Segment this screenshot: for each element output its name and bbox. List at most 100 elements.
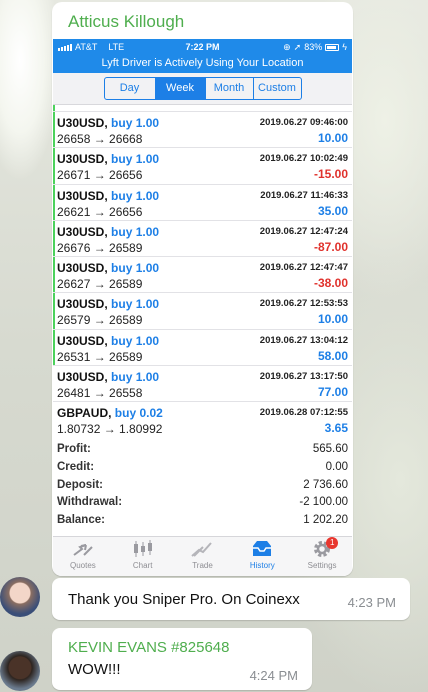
summary-row: Profit: 565.60 <box>53 441 352 459</box>
trade-time: 2019.06.27 12:47:24 <box>259 225 348 237</box>
tab-day[interactable]: Day <box>105 78 155 99</box>
history-inbox-icon <box>232 537 292 561</box>
nav-chart[interactable]: Chart <box>113 537 173 576</box>
table-row[interactable]: U30USD, buy 1.00 26531 → 26589 2019.06.27 … <box>53 329 352 367</box>
message-bubble[interactable]: KEVIN EVANS #825648 WOW!!! 4:24 PM <box>52 628 312 690</box>
nav-label: History <box>249 561 275 570</box>
table-row[interactable]: U30USD, buy 1.00 26621 → 26656 2019.06.27 … <box>53 184 352 221</box>
table-row[interactable]: U30USD, buy 1.00 26579 → 26589 2019.06.27 … <box>53 293 352 330</box>
account-summary: Profit: 565.60 Credit: 0.00 Deposit: 2 736.60… <box>53 441 352 530</box>
trade-direction: buy 1.00 <box>111 224 160 239</box>
trade-symbol-line: U30USD, buy 1.00 <box>57 370 159 384</box>
trade-symbol-line: U30USD, buy 1.00 <box>57 297 159 311</box>
trade-time: 2019.06.28 07:12:55 <box>259 407 348 419</box>
trade-symbol-line: GBPAUD, buy 0.02 <box>57 406 163 420</box>
trade-direction: buy 1.00 <box>111 188 160 203</box>
message-time: 4:24 PM <box>249 668 298 683</box>
trade-prices: 26671 → 26656 <box>57 168 143 183</box>
nav-label: Settings <box>307 561 337 570</box>
trade-time: 2019.06.27 13:04:12 <box>259 334 348 346</box>
trade-symbol-line: U30USD, buy 1.00 <box>57 261 159 275</box>
nav-settings[interactable]: 1 Settings <box>292 537 352 576</box>
location-banner: Lyft Driver is Actively Using Your Locat… <box>53 55 352 73</box>
trade-time: 2019.06.27 13:17:50 <box>259 371 348 383</box>
ios-status-bar: AT&T LTE 7:22 PM ⊕ ➚ 83% ϟ <box>53 39 352 55</box>
nav-label: Quotes <box>70 561 96 570</box>
trade-direction: buy 1.00 <box>111 333 160 348</box>
nav-quotes[interactable]: Quotes <box>53 537 113 576</box>
status-bar <box>53 329 55 366</box>
period-segmented-control: Day Week Month Custom <box>103 77 302 100</box>
trade-time: 2019.06.27 12:53:53 <box>259 298 348 310</box>
trade-time: 2019.06.27 09:46:00 <box>259 117 348 128</box>
trade-profit: -15.00 <box>313 167 348 182</box>
rotation-lock-icon: ⊕ <box>283 41 291 52</box>
trade-direction: buy 1.00 <box>111 297 160 312</box>
summary-value: 0.00 <box>325 460 348 473</box>
trade-profit: 3.65 <box>324 421 348 436</box>
status-bar <box>53 220 55 257</box>
period-tabbar: Day Week Month Custom <box>53 73 352 105</box>
summary-value: 1 202.20 <box>303 514 348 527</box>
tab-week[interactable]: Week <box>154 78 205 99</box>
table-row[interactable]: GBPAUD, buy 0.02 1.80732 → 1.80992 2019.06… <box>53 402 352 437</box>
gear-icon <box>292 537 352 561</box>
summary-label: Deposit: <box>57 478 103 491</box>
nav-history[interactable]: History <box>232 537 292 576</box>
summary-value: 565.60 <box>312 443 348 455</box>
table-row[interactable]: U30USD, buy 1.00 26627 → 26589 2019.06.27 … <box>53 257 352 294</box>
trade-symbol-line: U30USD, buy 1.00 <box>57 116 159 130</box>
summary-row: Deposit: 2 736.60 <box>53 477 352 495</box>
trade-prices: 1.80732 → 1.80992 <box>57 422 163 437</box>
trade-profit: -38.00 <box>313 276 348 291</box>
message-time: 4:23 PM <box>347 595 396 610</box>
status-bar <box>53 148 55 184</box>
table-row[interactable]: U30USD, buy 1.00 26671 → 26656 2019.06.27 … <box>53 148 352 185</box>
summary-value: -2 100.00 <box>299 496 348 509</box>
trade-symbol: U30USD, <box>57 188 108 203</box>
screenshot-image: AT&T LTE 7:22 PM ⊕ ➚ 83% ϟ Lyft Driver i… <box>53 39 352 576</box>
summary-label: Profit: <box>57 443 91 455</box>
trade-icon <box>173 537 233 561</box>
trade-symbol: U30USD, <box>57 224 108 239</box>
trade-symbol: U30USD, <box>57 333 108 348</box>
summary-row: Balance: 1 202.20 <box>53 512 352 530</box>
trade-symbol-line: U30USD, buy 1.00 <box>57 334 159 348</box>
location-arrow-icon: ➚ <box>293 41 302 52</box>
trade-history-list[interactable]: U30USD, buy 1.00 26658 → 26668 2019.06.27 … <box>53 105 352 437</box>
trade-direction: buy 1.00 <box>111 116 160 130</box>
trade-direction: buy 0.02 <box>114 406 163 421</box>
trade-direction: buy 1.00 <box>111 152 160 167</box>
summary-label: Withdrawal: <box>57 496 123 509</box>
avatar[interactable] <box>0 651 40 691</box>
message-bubble[interactable]: Thank you Sniper Pro. On Coinexx 4:23 PM <box>52 578 410 620</box>
table-row[interactable]: U30USD, buy 1.00 26676 → 26589 2019.06.27 … <box>53 220 352 258</box>
trade-symbol: U30USD, <box>57 297 108 312</box>
trade-direction: buy 1.00 <box>111 370 160 385</box>
tab-custom[interactable]: Custom <box>252 78 301 99</box>
tab-month[interactable]: Month <box>204 78 253 99</box>
battery-icon <box>325 43 340 51</box>
trade-prices: 26531 → 26589 <box>57 349 143 364</box>
trade-symbol-line: U30USD, buy 1.00 <box>57 225 159 239</box>
image-message-bubble[interactable]: Atticus Killough AT&T LTE 7:22 PM ⊕ ➚ 83… <box>52 2 353 576</box>
summary-label: Credit: <box>57 460 95 473</box>
bottom-nav: Quotes Chart Trade History 1 Settings <box>53 536 352 576</box>
trade-time: 2019.06.27 11:46:33 <box>260 189 348 201</box>
trade-symbol: U30USD, <box>57 116 108 130</box>
table-row[interactable]: U30USD, buy 1.00 26658 → 26668 2019.06.27 … <box>53 112 352 149</box>
status-bar <box>53 293 55 329</box>
sender-name[interactable]: KEVIN EVANS #825648 <box>68 639 229 656</box>
nav-trade[interactable]: Trade <box>173 537 233 576</box>
candlestick-icon <box>113 537 173 561</box>
table-row[interactable]: U30USD, buy 1.00 26481 → 26558 2019.06.27 … <box>53 366 352 403</box>
avatar[interactable] <box>0 577 40 617</box>
trade-prices: 26658 → 26668 <box>57 132 143 146</box>
trade-profit: 10.00 <box>317 312 348 327</box>
sender-name[interactable]: Atticus Killough <box>68 12 184 32</box>
nav-label: Trade <box>192 561 213 570</box>
summary-label: Balance: <box>57 514 105 527</box>
trade-time: 2019.06.27 10:02:49 <box>259 153 348 165</box>
trade-profit: -87.00 <box>313 239 348 254</box>
trade-symbol: GBPAUD, <box>57 406 112 421</box>
